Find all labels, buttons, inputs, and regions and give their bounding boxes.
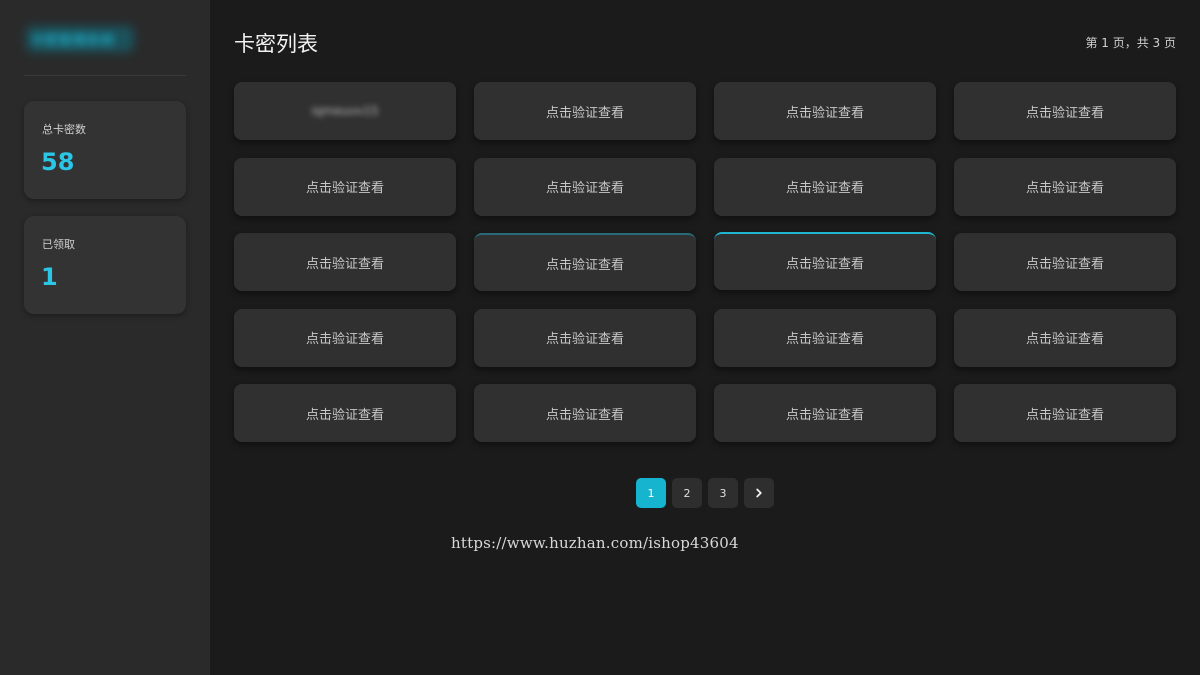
chevron-right-icon	[756, 488, 762, 498]
stat-label-total: 总卡密数	[42, 123, 86, 136]
page-button-3[interactable]: 3	[708, 478, 738, 508]
card-key-item[interactable]: 点击验证查看	[954, 308, 1176, 367]
brand-name: 卡密管理系统	[30, 33, 114, 49]
card-key-item[interactable]: 点击验证查看	[234, 384, 456, 442]
card-key-item[interactable]: 点击验证查看	[234, 157, 456, 216]
card-key-label: 点击验证查看	[305, 256, 384, 272]
card-key-item[interactable]: 点击验证查看	[714, 157, 936, 216]
card-key-item[interactable]: 点击验证查看	[474, 384, 696, 442]
card-key-item[interactable]: 点击验证查看	[714, 384, 936, 442]
card-key-label: 点击验证查看	[1025, 332, 1104, 347]
stat-label-claimed: 已领取	[42, 238, 75, 251]
watermark-url: https://www.huzhan.com/ishop43604	[451, 534, 739, 552]
card-key-item[interactable]: 点击验证查看	[714, 308, 936, 367]
card-key-item[interactable]: 点击验证查看	[474, 157, 696, 216]
sidebar-divider	[24, 75, 186, 76]
card-key-label: 点击验证查看	[785, 332, 864, 347]
card-key-label: 点击验证查看	[1025, 256, 1104, 272]
card-key-label: 点击验证查看	[545, 257, 624, 273]
page-button-1[interactable]: 1	[636, 478, 666, 508]
card-key-label: 点击验证查看	[785, 256, 864, 272]
card-key-item[interactable]: iqmeuvv15	[234, 82, 456, 140]
page-indicator: 第 1 页，共 3 页	[1085, 36, 1176, 50]
card-key-label: 点击验证查看	[785, 407, 864, 423]
stat-card-claimed: 已领取 1	[24, 216, 186, 314]
stat-value-total: 58	[41, 148, 75, 176]
card-key-label: 点击验证查看	[305, 332, 384, 347]
card-key-label: 点击验证查看	[545, 332, 624, 347]
card-key-label: 点击验证查看	[1025, 407, 1104, 423]
card-key-item[interactable]: 点击验证查看	[474, 82, 696, 140]
card-key-label: 点击验证查看	[785, 181, 864, 196]
card-key-item[interactable]: 点击验证查看	[714, 232, 936, 290]
page-title: 卡密列表	[234, 32, 318, 56]
card-key-item[interactable]: 点击验证查看	[954, 384, 1176, 442]
card-grid: iqmeuvv15 点击验证查看 点击验证查看 点击验证查看 点击验证查看 点击…	[234, 82, 1176, 442]
card-key-item[interactable]: 点击验证查看	[234, 308, 456, 367]
sidebar: 卡密管理系统 总卡密数 58 已领取 1	[0, 0, 210, 675]
card-key-label: 点击验证查看	[1025, 105, 1104, 121]
pagination: 1 2 3	[636, 478, 774, 508]
card-key-label: 点击验证查看	[545, 181, 624, 196]
card-key-label: 点击验证查看	[785, 105, 864, 121]
page-button-2[interactable]: 2	[672, 478, 702, 508]
card-key-label: 点击验证查看	[305, 181, 384, 196]
card-key-revealed: iqmeuvv15	[311, 104, 379, 118]
stat-value-claimed: 1	[41, 263, 58, 291]
card-key-label: 点击验证查看	[1025, 181, 1104, 196]
card-key-label: 点击验证查看	[545, 105, 624, 121]
card-key-item[interactable]: 点击验证查看	[954, 233, 1176, 291]
card-key-item[interactable]: 点击验证查看	[474, 308, 696, 367]
card-key-item[interactable]: 点击验证查看	[474, 233, 696, 291]
card-key-label: 点击验证查看	[305, 407, 384, 423]
card-key-item[interactable]: 点击验证查看	[954, 157, 1176, 216]
card-key-item[interactable]: 点击验证查看	[954, 82, 1176, 140]
next-page-button[interactable]	[744, 478, 774, 508]
card-key-item[interactable]: 点击验证查看	[234, 233, 456, 291]
stat-card-total: 总卡密数 58	[24, 101, 186, 199]
card-key-item[interactable]: 点击验证查看	[714, 82, 936, 140]
card-key-label: 点击验证查看	[545, 407, 624, 423]
